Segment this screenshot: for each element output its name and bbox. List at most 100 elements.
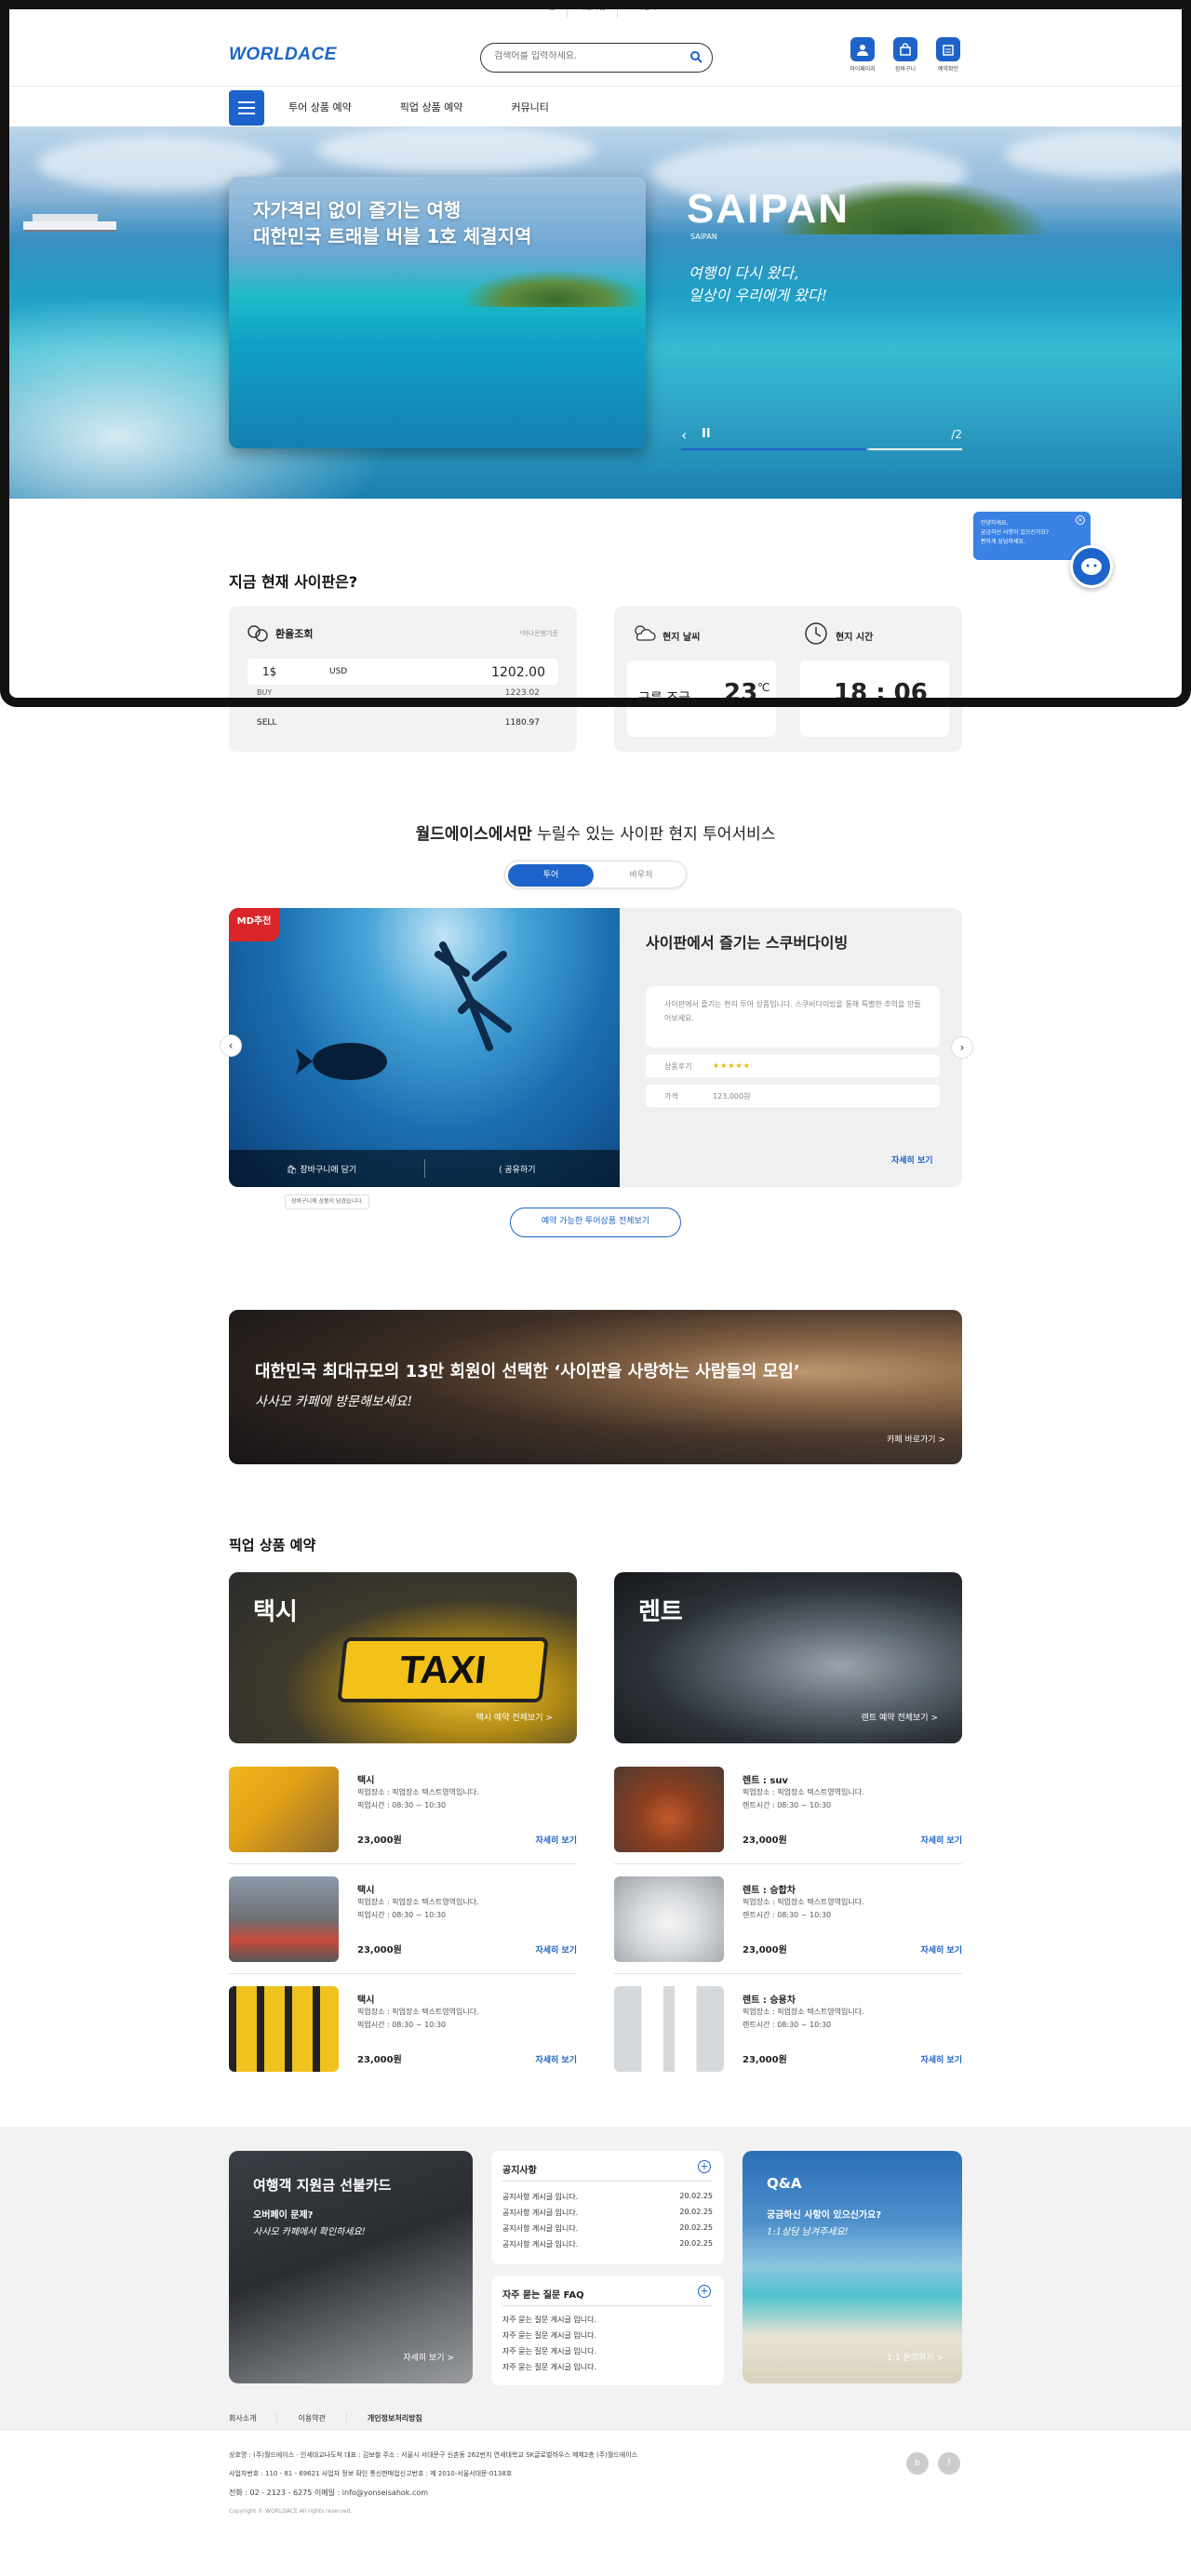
- faq-title: 자주 묻는 질문 FAQ: [502, 2290, 584, 2301]
- rent-card-title: 렌트: [638, 1598, 683, 1626]
- pause-icon[interactable]: II: [702, 427, 711, 441]
- chatbot-button[interactable]: [1070, 545, 1113, 588]
- weather-time-box: 현지 날씨 현지 시간 구름 조금 23 ℃ 18 : 06: [614, 607, 962, 752]
- taxi-product-1[interactable]: 택시 픽업장소 : 픽업장소 텍스트영역입니다. 픽업시간 : 08:30 ~ 10…: [229, 1767, 577, 1864]
- rent-product-2[interactable]: 렌트 : 승합차 픽업장소 : 픽업장소 텍스트영역입니다. 렌트시간 : 08:3…: [614, 1876, 962, 1974]
- signup-link[interactable]: 회원가입: [568, 0, 619, 19]
- notice-more-icon[interactable]: +: [698, 2160, 711, 2173]
- faq-item[interactable]: 자주 묻는 질문 게시글 입니다.: [502, 2346, 713, 2356]
- taxi-product-3[interactable]: 택시 픽업장소 : 픽업장소 텍스트영역입니다. 픽업시간 : 08:30 ~ 10…: [229, 1986, 577, 2072]
- chat-icon: [1081, 558, 1102, 575]
- share-icon: ⟨: [499, 1166, 502, 1175]
- qna-banner[interactable]: Q&A 궁금하신 사항이 있으신가요? 1:1상담 남겨주세요! 1:1 문의하…: [743, 2151, 962, 2383]
- cart-button[interactable]: 장바구니: [891, 37, 919, 73]
- rent-product-1[interactable]: 렌트 : suv 픽업장소 : 픽업장소 텍스트영역입니다. 렌트시간 : 08:3…: [614, 1767, 962, 1864]
- faq-more-icon[interactable]: +: [698, 2285, 711, 2298]
- prepaid-card-link[interactable]: 자세히 보기 >: [403, 2351, 454, 2363]
- search-box: [480, 43, 713, 73]
- taxi-card[interactable]: TAXI 택시 택시 예약 전체보기 >: [229, 1572, 577, 1743]
- logo[interactable]: WORLDACE: [229, 45, 337, 65]
- buy-label: BUY: [257, 688, 273, 697]
- sell-label: SELL: [257, 718, 277, 727]
- exchange-header: 환율조회: [248, 625, 313, 642]
- footer-links: 회사소개 이용약관 개인정보처리방침: [229, 2413, 443, 2423]
- customer-center-link[interactable]: 고객센터: [618, 0, 667, 19]
- mypage-button[interactable]: 마이페이지: [849, 37, 877, 73]
- footer-terms-link[interactable]: 이용약관: [298, 2413, 347, 2423]
- now-section-title: 지금 현재 사이판은?: [229, 573, 358, 591]
- qna-link[interactable]: 1:1 문의하기 >: [887, 2351, 943, 2363]
- notice-item[interactable]: 공지사항 게시글 입니다. 20.02.25: [502, 2223, 713, 2234]
- search-icon[interactable]: [689, 50, 703, 66]
- footer-about-link[interactable]: 회사소개: [229, 2413, 278, 2423]
- taxi-image: [229, 1767, 339, 1852]
- hero-place-title: SAIPAN: [687, 186, 850, 232]
- rent-all-link[interactable]: 렌트 예약 전체보기 >: [862, 1711, 938, 1723]
- tab-voucher[interactable]: 바우처: [598, 864, 684, 887]
- next-tour-arrow[interactable]: ›: [951, 1036, 973, 1059]
- temperature-unit: ℃: [757, 681, 770, 694]
- hero-feature-card[interactable]: 자가격리 없이 즐기는 여행 대한민국 트래블 버블 1호 체결지역: [229, 177, 646, 448]
- taxi-product-2[interactable]: 택시 픽업장소 : 픽업장소 텍스트영역입니다. 픽업시간 : 08:30 ~ 10…: [229, 1876, 577, 1974]
- calendar-icon: [936, 37, 960, 61]
- nav-community[interactable]: 커뮤니티: [511, 100, 548, 114]
- login-link[interactable]: 로그인: [524, 0, 568, 19]
- scuba-diving-image[interactable]: MD추천 🛍 장바구니에 담기 ⟨ 공유하기: [229, 908, 620, 1187]
- prepaid-card-banner[interactable]: 여행객 지원금 선불카드 오버페이 문제? 사사모 카페에서 확인하세요! 자세…: [229, 2151, 473, 2383]
- nav-pickup-booking[interactable]: 픽업 상품 예약: [400, 100, 463, 114]
- cafe-link[interactable]: 카페 바로가기 >: [887, 1433, 945, 1445]
- detail-link[interactable]: 자세히 보기: [535, 1834, 577, 1846]
- detail-link[interactable]: 자세히 보기: [920, 2053, 962, 2065]
- share-button[interactable]: ⟨ 공유하기: [499, 1163, 536, 1175]
- taxi-all-link[interactable]: 택시 예약 전체보기 >: [476, 1711, 553, 1723]
- detail-link[interactable]: 자세히 보기: [920, 1834, 962, 1846]
- rent-card[interactable]: 렌트 렌트 예약 전체보기 >: [614, 1572, 962, 1743]
- prev-slide-icon[interactable]: ‹: [681, 426, 687, 444]
- tour-price-row: 가격 123,000원: [646, 1085, 940, 1107]
- blog-icon[interactable]: b: [906, 2452, 929, 2475]
- faq-item[interactable]: 자주 묻는 질문 게시글 입니다.: [502, 2330, 713, 2341]
- time-label: 현지 시간: [836, 633, 874, 643]
- user-icon: [850, 37, 875, 61]
- tour-action-bar: 🛍 장바구니에 담기 ⟨ 공유하기: [229, 1150, 620, 1187]
- tour-tab-switch: 투어 바우처: [504, 861, 687, 888]
- search-input[interactable]: [494, 51, 680, 61]
- pickup-section-title: 픽업 상품 예약: [229, 1537, 316, 1554]
- detail-link[interactable]: 자세히 보기: [535, 2053, 577, 2065]
- temperature: 23: [724, 679, 758, 707]
- cafe-subtitle: 사사모 카페에 방문해보세요!: [255, 1395, 413, 1409]
- notice-item[interactable]: 공지사항 게시글 입니다. 20.02.25: [502, 2192, 713, 2202]
- hamburger-menu-button[interactable]: [229, 90, 264, 126]
- sedan-image: [614, 1986, 724, 2072]
- notice-title: 공지사항: [502, 2166, 537, 2176]
- coins-icon: [248, 625, 268, 642]
- hero-slider-controls: ‹ II /2: [681, 426, 962, 450]
- exchange-rate-box: 환율조회 *하나은행기준 1$ USD 1202.00 BUY 1223.02 …: [229, 607, 577, 752]
- add-to-cart-button[interactable]: 🛍 장바구니에 담기: [287, 1163, 356, 1175]
- ferry-image: [23, 214, 116, 232]
- notice-item[interactable]: 공지사항 게시글 입니다. 20.02.25: [502, 2208, 713, 2218]
- taxi-image: [229, 1986, 339, 2072]
- view-all-tours-button[interactable]: 예약 가능한 투어상품 전체보기: [510, 1208, 681, 1237]
- nav-tour-booking[interactable]: 투어 상품 예약: [288, 100, 352, 114]
- footer-company-info: 상호명 : (주)월드에이스 · 인세대교나도착 대표 : 김보철 주소 : 서…: [229, 2451, 638, 2459]
- tour-review-row: 상품후기 ★★★★★: [646, 1055, 940, 1077]
- facebook-icon[interactable]: f: [938, 2452, 960, 2475]
- cafe-banner[interactable]: 대한민국 최대규모의 13만 회원이 선택한 ‘사이판을 사랑하는 사람들의 모…: [229, 1310, 962, 1464]
- detail-link[interactable]: 자세히 보기: [535, 1943, 577, 1955]
- suv-image: [614, 1767, 724, 1852]
- taxi-card-title: 택시: [253, 1598, 298, 1626]
- local-time: 18 : 06: [834, 679, 928, 707]
- notice-item[interactable]: 공지사항 게시글 입니다. 20.02.25: [502, 2239, 713, 2249]
- rent-product-3[interactable]: 렌트 : 승용차 픽업장소 : 픽업장소 텍스트영역입니다. 렌트시간 : 08:3…: [614, 1986, 962, 2072]
- faq-item[interactable]: 자주 묻는 질문 게시글 입니다.: [502, 2315, 713, 2325]
- footer-privacy-link[interactable]: 개인정보처리방침: [368, 2413, 443, 2423]
- faq-item[interactable]: 자주 묻는 질문 게시글 입니다.: [502, 2362, 713, 2372]
- reservation-button[interactable]: 예약확인: [934, 37, 962, 73]
- detail-link[interactable]: 자세히 보기: [920, 1943, 962, 1955]
- close-icon[interactable]: ×: [1076, 515, 1085, 525]
- time-card: 18 : 06: [800, 661, 949, 737]
- tour-detail-link[interactable]: 자세히 보기: [891, 1154, 933, 1166]
- prev-tour-arrow[interactable]: ‹: [220, 1034, 242, 1057]
- tab-tour[interactable]: 투어: [508, 864, 594, 887]
